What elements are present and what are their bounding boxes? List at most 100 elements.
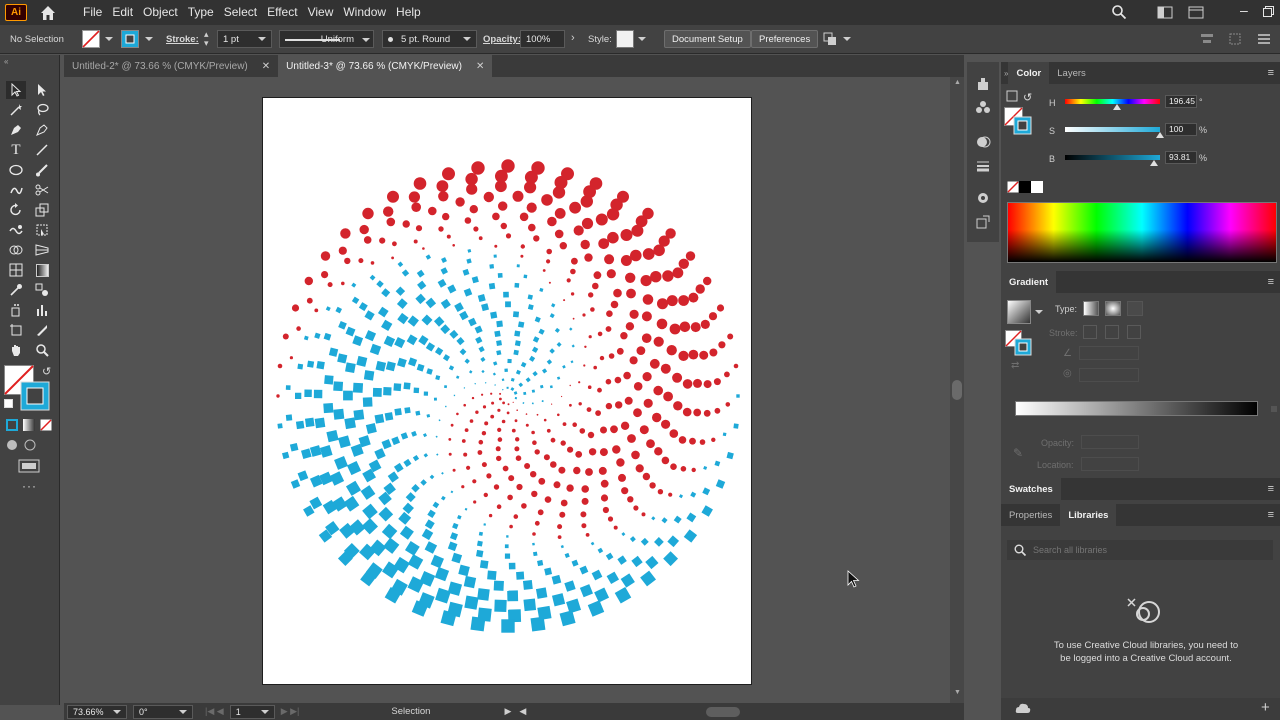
horizontal-scroll-thumb[interactable]: [706, 706, 741, 717]
transform-icon[interactable]: [1228, 32, 1242, 46]
tab-color[interactable]: Color: [1008, 62, 1050, 84]
rotation-input[interactable]: 0°: [133, 704, 193, 719]
pen-tool-icon[interactable]: [6, 121, 26, 139]
add-library-icon[interactable]: +: [1261, 699, 1270, 716]
menu-type[interactable]: Type: [183, 0, 219, 25]
saturation-slider[interactable]: [1065, 127, 1160, 132]
gradient-location-input[interactable]: [1081, 457, 1139, 471]
swap-fill-stroke-icon[interactable]: ↺: [42, 365, 51, 378]
gradient-tool-icon[interactable]: [32, 261, 52, 279]
brightness-slider[interactable]: [1065, 155, 1160, 160]
first-artboard-icon[interactable]: |◀ ◀: [205, 706, 224, 717]
menu-effect[interactable]: Effect: [262, 0, 302, 25]
warp-tool-icon[interactable]: [6, 221, 26, 239]
workspace-icon[interactable]: [1188, 6, 1204, 19]
color-panel-cube-icon[interactable]: [1006, 90, 1018, 102]
delete-stop-icon[interactable]: [1271, 406, 1277, 412]
arrange-dropdown-icon[interactable]: [843, 37, 851, 41]
tab-libraries[interactable]: Libraries: [1060, 504, 1117, 526]
ellipse-tool-icon[interactable]: [6, 161, 26, 179]
freeform-gradient-button[interactable]: [1127, 301, 1143, 316]
search-icon[interactable]: [1111, 4, 1127, 20]
cc-libraries-icon[interactable]: [975, 76, 991, 92]
minimize-button[interactable]: –: [1240, 2, 1248, 18]
gradient-fill-stroke[interactable]: [1005, 330, 1033, 356]
cloud-sync-icon[interactable]: [1015, 702, 1031, 716]
menu-help[interactable]: Help: [391, 0, 426, 25]
export-icon[interactable]: [975, 214, 991, 230]
direct-selection-tool-icon[interactable]: [32, 81, 52, 99]
magic-wand-tool-icon[interactable]: [6, 101, 26, 119]
zoom-level-input[interactable]: 73.66%: [67, 704, 127, 719]
gradient-slider[interactable]: [1015, 401, 1258, 416]
opacity-arrow-icon[interactable]: ›: [571, 32, 575, 44]
type-tool-icon[interactable]: T: [6, 141, 26, 159]
menu-window[interactable]: Window: [338, 0, 391, 25]
aspect-ratio-input[interactable]: [1079, 368, 1139, 382]
blend-tool-icon[interactable]: [32, 281, 52, 299]
scale-tool-icon[interactable]: [32, 201, 52, 219]
tab-gradient[interactable]: Gradient: [1001, 271, 1057, 293]
brightness-slider-thumb[interactable]: [1150, 160, 1159, 166]
color-panel-menu-icon[interactable]: ≡: [1268, 67, 1274, 79]
scissors-tool-icon[interactable]: [32, 181, 52, 199]
edit-toolbar-icon[interactable]: ···: [22, 479, 37, 493]
home-icon[interactable]: [39, 4, 57, 22]
saturation-input[interactable]: 100: [1165, 123, 1197, 136]
tab-untitled-3[interactable]: Untitled-3* @ 73.66 % (CMYK/Preview) ✕: [278, 55, 493, 77]
none-mode-icon[interactable]: [40, 419, 52, 431]
linear-gradient-button[interactable]: [1083, 301, 1099, 316]
brush-definition[interactable]: 5 pt. Round: [382, 30, 477, 48]
gradient-preview[interactable]: [1007, 300, 1031, 324]
menu-file[interactable]: File: [78, 0, 107, 25]
scroll-thumb[interactable]: [952, 380, 962, 400]
radial-gradient-button[interactable]: [1105, 301, 1121, 316]
perspective-grid-tool-icon[interactable]: [32, 241, 52, 259]
slice-tool-icon[interactable]: [32, 321, 52, 339]
default-colors-icon[interactable]: [4, 399, 13, 408]
column-graph-tool-icon[interactable]: [32, 301, 52, 319]
tab-layers[interactable]: Layers: [1049, 62, 1094, 84]
artboard-number-input[interactable]: 1: [229, 704, 275, 719]
symbol-sprayer-tool-icon[interactable]: [6, 301, 26, 319]
paintbrush-tool-icon[interactable]: [32, 161, 52, 179]
last-artboard-icon[interactable]: ▶ ▶|: [281, 706, 300, 717]
lasso-tool-icon[interactable]: [32, 101, 52, 119]
tab-untitled-2[interactable]: Untitled-2* @ 73.66 % (CMYK/Preview) ✕: [64, 55, 278, 77]
library-search-input[interactable]: [1033, 545, 1253, 555]
hand-tool-icon[interactable]: [6, 341, 26, 359]
selection-tool-icon[interactable]: [6, 81, 26, 99]
curvature-tool-icon[interactable]: [32, 121, 52, 139]
color-swap-icon[interactable]: ↺: [1023, 91, 1032, 104]
library-search[interactable]: [1007, 540, 1273, 560]
menu-object[interactable]: Object: [138, 0, 183, 25]
gradient-eyedropper-icon[interactable]: ✎: [1013, 446, 1023, 460]
close-tab-icon[interactable]: ✕: [262, 61, 270, 72]
opacity-input[interactable]: 100%: [520, 30, 565, 48]
eyedropper-tool-icon[interactable]: [6, 281, 26, 299]
hue-input[interactable]: 196.45: [1165, 95, 1197, 108]
fill-swatch-none[interactable]: [82, 30, 100, 48]
shape-builder-tool-icon[interactable]: [6, 241, 26, 259]
zoom-tool-icon[interactable]: [32, 341, 52, 359]
line-tool-icon[interactable]: [32, 141, 52, 159]
stroke-stepper[interactable]: ▴ ▾: [204, 30, 214, 48]
hue-slider-thumb[interactable]: [1113, 104, 1122, 110]
draw-normal-icon[interactable]: [6, 439, 20, 451]
menu-select[interactable]: Select: [219, 0, 262, 25]
gradient-panel-menu-icon[interactable]: ≡: [1268, 276, 1274, 288]
reverse-gradient-icon[interactable]: ⇄: [1011, 360, 1019, 371]
draw-behind-icon[interactable]: [24, 439, 38, 451]
brightness-input[interactable]: 93.81: [1165, 151, 1197, 164]
document-setup-button[interactable]: Document Setup: [664, 30, 751, 48]
saturation-slider-thumb[interactable]: [1156, 132, 1164, 138]
style-dropdown-icon[interactable]: [638, 37, 646, 41]
opacity-label[interactable]: Opacity:: [483, 34, 521, 45]
rotate-tool-icon[interactable]: [6, 201, 26, 219]
gradient-opacity-input[interactable]: [1081, 435, 1139, 449]
stroke-dropdown-icon[interactable]: [145, 37, 153, 41]
shaper-tool-icon[interactable]: [6, 181, 26, 199]
color-mode-icon[interactable]: [6, 419, 18, 431]
gradient-preset-dropdown-icon[interactable]: [1035, 310, 1043, 314]
color-spectrum[interactable]: [1007, 202, 1277, 263]
